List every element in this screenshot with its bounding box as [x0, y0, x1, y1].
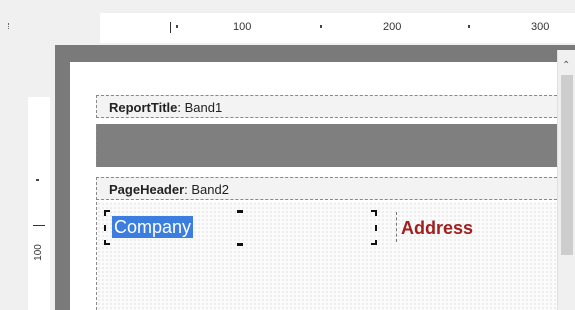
band-header-page-header[interactable]: PageHeader: Band2 — [96, 177, 557, 200]
scrollbar-thumb[interactable] — [561, 75, 573, 255]
ruler-minor-tick — [36, 179, 39, 181]
vertical-ruler: 100 — [28, 97, 50, 310]
band-name-label: Band2 — [191, 182, 229, 197]
ruler-label-left-100: 100 — [32, 244, 44, 261]
ruler-minor-tick — [468, 25, 470, 28]
scroll-up-arrow-icon[interactable]: ⌃ — [562, 60, 570, 71]
ruler-origin-tick — [170, 22, 171, 33]
address-text-control[interactable]: Address — [401, 217, 473, 239]
ruler-minor-tick — [320, 25, 322, 28]
ruler-major-tick — [33, 225, 45, 226]
ruler-corner-mark — [8, 23, 12, 29]
vertical-scrollbar[interactable]: ⌃ — [557, 50, 575, 310]
selection-handle-mr[interactable] — [375, 225, 377, 231]
band-type-label: PageHeader — [109, 182, 185, 197]
ruler-minor-tick — [176, 25, 178, 28]
selection-handle-bm[interactable] — [237, 243, 243, 246]
selection-handle-br[interactable] — [371, 243, 377, 245]
ruler-label-300: 300 — [531, 21, 550, 33]
selection-handle-bl[interactable] — [104, 243, 110, 245]
band-type-label: ReportTitle — [109, 100, 178, 115]
band-body-report-title[interactable] — [96, 124, 557, 167]
ruler-label-100: 100 — [233, 21, 252, 33]
company-text-control[interactable]: Company — [112, 216, 194, 238]
band-header-report-title[interactable]: ReportTitle: Band1 — [96, 95, 557, 118]
horizontal-ruler: 100 200 300 — [100, 13, 575, 43]
selection-handle-tr-v — [375, 210, 377, 216]
band-colon: : — [177, 100, 185, 115]
ruler-label-200: 200 — [383, 21, 402, 33]
selection-handle-ml[interactable] — [104, 225, 106, 231]
selection-handle-tm[interactable] — [237, 210, 243, 213]
band-name-label: Band1 — [184, 100, 223, 115]
selection-handle-tl-v — [104, 210, 106, 216]
